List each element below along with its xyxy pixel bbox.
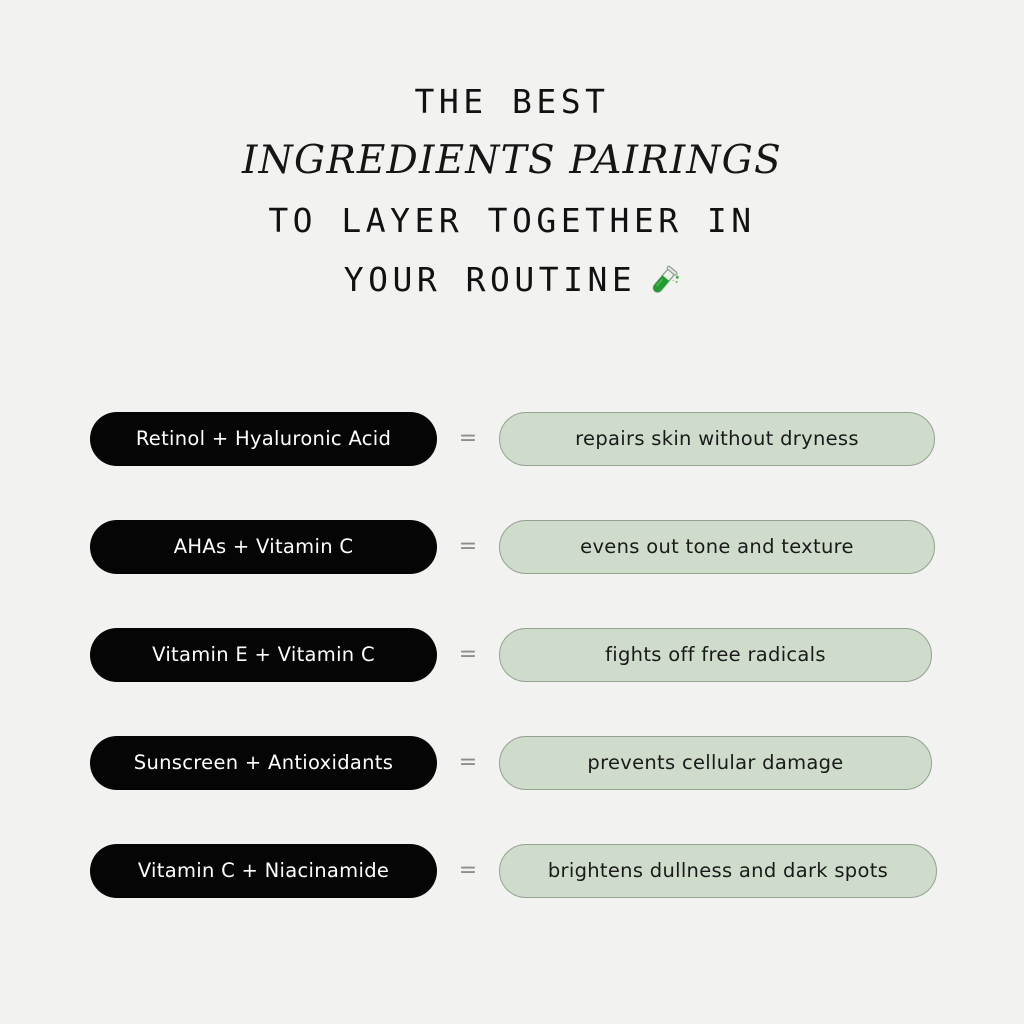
pairing-row: Sunscreen + Antioxidants = prevents cell… [0, 736, 1024, 790]
title-line-1: THE BEST [414, 82, 610, 121]
ingredients-label: Vitamin E + Vitamin C [152, 643, 375, 667]
equals-glyph: = [458, 858, 478, 883]
pairings-list: Retinol + Hyaluronic Acid = repairs skin… [0, 412, 1024, 898]
ingredients-label: Retinol + Hyaluronic Acid [135, 427, 392, 451]
pairing-row: Vitamin E + Vitamin C = fights off free … [0, 628, 1024, 682]
equals-glyph: = [458, 750, 478, 775]
ingredients-pill[interactable]: Vitamin C + Niacinamide [90, 844, 437, 898]
infographic-canvas: THE BEST INGREDIENTS PAIRINGS TO LAYER T… [0, 0, 1024, 1024]
equals-sign: = [437, 628, 499, 682]
ingredients-pill[interactable]: Retinol + Hyaluronic Acid [90, 412, 437, 466]
ingredients-pill[interactable]: Sunscreen + Antioxidants [90, 736, 437, 790]
benefit-label: fights off free radicals [605, 643, 826, 667]
equals-sign: = [437, 736, 499, 790]
benefit-label: prevents cellular damage [587, 751, 844, 775]
ingredients-pill[interactable]: Vitamin E + Vitamin C [90, 628, 437, 682]
ingredients-label: AHAs + Vitamin C [173, 535, 354, 559]
ingredients-label: Sunscreen + Antioxidants [133, 751, 394, 775]
equals-glyph: = [458, 426, 478, 451]
equals-glyph: = [458, 534, 478, 559]
page-title: THE BEST INGREDIENTS PAIRINGS TO LAYER T… [0, 72, 1024, 309]
benefit-pill[interactable]: evens out tone and texture [499, 520, 935, 574]
ingredients-pill[interactable]: AHAs + Vitamin C [90, 520, 437, 574]
pairing-row: Retinol + Hyaluronic Acid = repairs skin… [0, 412, 1024, 466]
equals-glyph: = [458, 642, 478, 667]
benefit-pill[interactable]: prevents cellular damage [499, 736, 932, 790]
benefit-label: repairs skin without dryness [575, 427, 859, 451]
test-tube-icon [646, 257, 680, 293]
benefit-pill[interactable]: brightens dullness and dark spots [499, 844, 937, 898]
benefit-pill[interactable]: fights off free radicals [499, 628, 932, 682]
pairing-row: AHAs + Vitamin C = evens out tone and te… [0, 520, 1024, 574]
benefit-label: brightens dullness and dark spots [547, 859, 889, 883]
benefit-pill[interactable]: repairs skin without dryness [499, 412, 935, 466]
title-line-4: YOUR ROUTINE [343, 260, 637, 299]
equals-sign: = [437, 412, 499, 466]
title-line-4-wrap: YOUR ROUTINE [0, 250, 1024, 309]
title-line-3: TO LAYER TOGETHER IN [268, 201, 756, 240]
title-line-2: INGREDIENTS PAIRINGS [242, 138, 782, 183]
pairing-row: Vitamin C + Niacinamide = brightens dull… [0, 844, 1024, 898]
equals-sign: = [437, 520, 499, 574]
equals-sign: = [437, 844, 499, 898]
benefit-label: evens out tone and texture [580, 535, 854, 559]
ingredients-label: Vitamin C + Niacinamide [137, 859, 390, 883]
